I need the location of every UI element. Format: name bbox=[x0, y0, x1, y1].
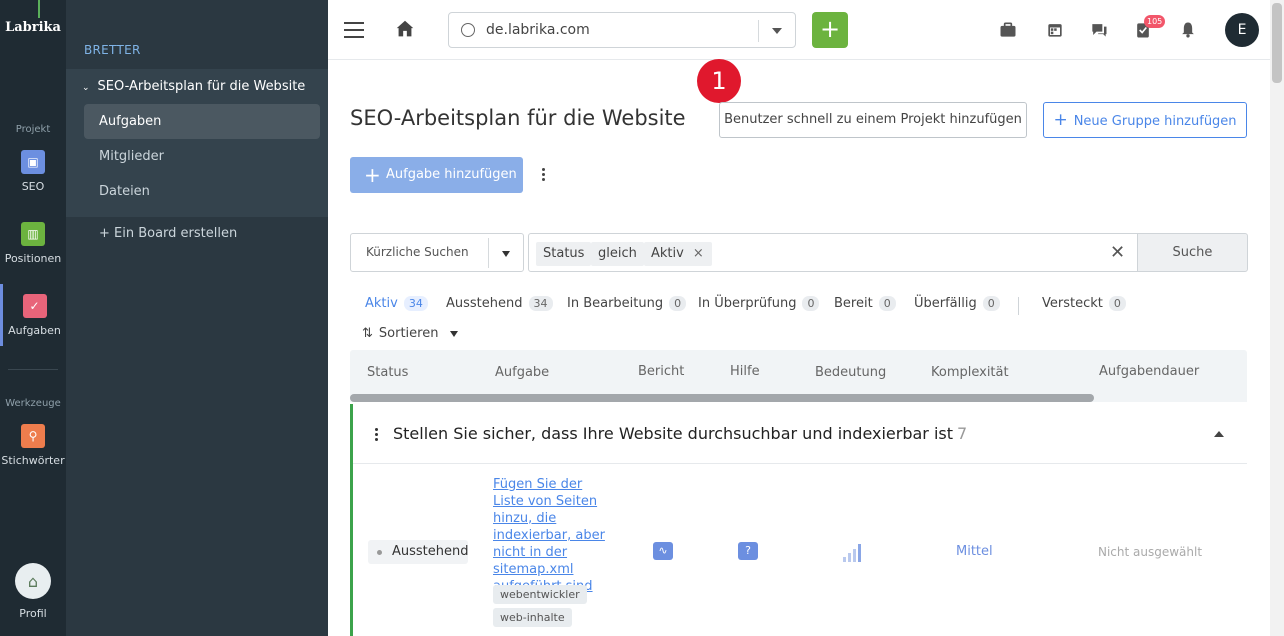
rail-item-label: Stichwörter bbox=[1, 454, 65, 467]
create-board-link[interactable]: + Ein Board erstellen bbox=[99, 226, 237, 241]
group-count: 7 bbox=[957, 424, 968, 443]
profile-label: Profil bbox=[19, 607, 47, 620]
chart-icon: ▥ bbox=[21, 222, 45, 246]
step-callout-badge: 1 bbox=[697, 59, 741, 103]
sidebar-item-aufgaben[interactable]: Aufgaben bbox=[84, 104, 320, 139]
tab-in-ueberpruefung[interactable]: In Überprüfung 0 bbox=[698, 296, 820, 311]
tab-versteckt[interactable]: Versteckt 0 bbox=[1042, 296, 1126, 311]
tab-aktiv[interactable]: Aktiv 34 bbox=[365, 296, 428, 311]
chevron-up-icon[interactable] bbox=[1214, 431, 1224, 437]
plus-icon: + bbox=[364, 163, 381, 187]
plus-icon: + bbox=[1053, 110, 1068, 130]
tab-ausstehend[interactable]: Ausstehend 34 bbox=[446, 296, 553, 311]
briefcase-icon[interactable] bbox=[998, 20, 1018, 40]
tag-badge[interactable]: webentwickler bbox=[493, 585, 587, 604]
section-label-project: Projekt bbox=[15, 124, 51, 135]
complexity-value[interactable]: Mittel bbox=[956, 544, 993, 559]
more-options-icon[interactable] bbox=[542, 168, 546, 183]
rail-item-profile[interactable]: ⌂ Profil bbox=[0, 563, 66, 620]
rail-item-stichwoerter[interactable]: ⚲ Stichwörter bbox=[0, 424, 66, 467]
column-header-aufgabe[interactable]: Aufgabe bbox=[495, 365, 549, 380]
quick-add-user-button[interactable]: Benutzer schnell zu einem Projekt hinzuf… bbox=[719, 102, 1027, 138]
add-task-button[interactable]: + Aufgabe hinzufügen bbox=[350, 157, 523, 193]
tab-ueberfaellig[interactable]: Überfällig 0 bbox=[914, 296, 1000, 311]
tab-bereit[interactable]: Bereit 0 bbox=[834, 296, 896, 311]
vertical-scrollbar[interactable] bbox=[1270, 0, 1284, 636]
tag-badge[interactable]: web-inhalte bbox=[493, 608, 572, 627]
sort-icon: ⇅ bbox=[362, 326, 373, 341]
project-title[interactable]: ⌄ SEO-Arbeitsplan für die Website bbox=[82, 79, 305, 94]
filter-chip-value[interactable]: Aktiv × bbox=[644, 242, 712, 266]
menu-icon[interactable] bbox=[344, 22, 364, 38]
rail-item-aufgaben[interactable]: ✓ Aufgaben bbox=[0, 284, 66, 346]
key-icon: ⚲ bbox=[21, 424, 45, 448]
rail-item-label: Aufgaben bbox=[8, 324, 61, 337]
chat-icon[interactable] bbox=[1089, 20, 1109, 40]
column-header-bericht[interactable]: Bericht bbox=[638, 364, 684, 379]
page-title: SEO-Arbeitsplan für die Website bbox=[350, 106, 686, 130]
home-icon[interactable] bbox=[394, 18, 416, 40]
clear-filter-icon[interactable]: ✕ bbox=[1110, 242, 1125, 263]
column-header-status[interactable]: Status bbox=[367, 365, 408, 380]
group-title: Stellen Sie sicher, dass Ihre Website du… bbox=[393, 424, 968, 443]
duration-value[interactable]: Nicht ausgewählt bbox=[1098, 545, 1202, 559]
report-icon[interactable]: ∿ bbox=[653, 542, 673, 560]
add-button[interactable]: + bbox=[812, 12, 848, 48]
chevron-down-icon[interactable] bbox=[772, 28, 782, 34]
section-label-tools: Werkzeuge bbox=[5, 398, 61, 409]
site-selector[interactable]: de.labrika.com bbox=[448, 12, 796, 48]
calendar-icon[interactable] bbox=[1045, 20, 1065, 40]
task-link[interactable]: Fügen Sie der Liste von Seiten hinzu, di… bbox=[493, 476, 613, 595]
column-header-bedeutung[interactable]: Bedeutung bbox=[815, 365, 886, 380]
tab-divider bbox=[1018, 297, 1019, 315]
horizontal-scrollbar[interactable] bbox=[350, 394, 1094, 402]
top-bar: de.labrika.com + 105 E bbox=[328, 0, 1270, 60]
filter-chip-operator[interactable]: gleich bbox=[591, 242, 644, 266]
rail-item-seo[interactable]: ▣ SEO bbox=[0, 150, 66, 193]
chevron-down-icon: ⌄ bbox=[82, 83, 90, 93]
filter-chip-field[interactable]: Status bbox=[536, 242, 592, 266]
clipboard-icon: ▣ bbox=[21, 150, 45, 174]
sidebar-item-dateien[interactable]: Dateien bbox=[84, 174, 320, 209]
bell-icon[interactable] bbox=[1178, 20, 1198, 40]
close-icon[interactable]: × bbox=[693, 242, 704, 266]
filter-input[interactable]: Status gleich Aktiv × ✕ Suche bbox=[528, 233, 1248, 272]
globe-icon bbox=[461, 23, 475, 37]
rail-divider bbox=[8, 369, 58, 370]
boards-caption: BRETTER bbox=[84, 43, 141, 57]
user-avatar[interactable]: E bbox=[1225, 13, 1259, 47]
column-header-komplexitaet[interactable]: Komplexität bbox=[931, 365, 1009, 380]
profile-avatar: ⌂ bbox=[15, 563, 51, 599]
column-header-aufgabendauer[interactable]: Aufgabendauer bbox=[1099, 364, 1199, 379]
status-badge[interactable]: Ausstehend bbox=[368, 540, 469, 564]
sort-dropdown[interactable]: ⇅ Sortieren bbox=[362, 326, 459, 341]
new-group-button[interactable]: + Neue Gruppe hinzufügen bbox=[1043, 102, 1247, 138]
chevron-down-icon[interactable] bbox=[502, 251, 510, 257]
rail-item-positionen[interactable]: ▥ Positionen bbox=[0, 222, 66, 265]
site-url: de.labrika.com bbox=[486, 22, 590, 38]
app-logo[interactable]: Labrika bbox=[0, 20, 66, 35]
icon-rail: Labrika Projekt ▣ SEO ▥ Positionen ✓ Auf… bbox=[0, 0, 66, 636]
help-icon[interactable]: ? bbox=[738, 542, 758, 560]
check-icon: ✓ bbox=[22, 294, 47, 318]
rail-item-label: SEO bbox=[21, 180, 45, 193]
recent-searches-select[interactable]: Kürzliche Suchen bbox=[350, 233, 524, 272]
group-header: Stellen Sie sicher, dass Ihre Website du… bbox=[353, 404, 1247, 464]
notification-badge: 105 bbox=[1144, 15, 1166, 28]
logo-accent bbox=[38, 0, 40, 18]
chevron-down-icon bbox=[450, 330, 459, 337]
boards-sidebar: BRETTER ⌄ SEO-Arbeitsplan für die Website… bbox=[66, 0, 328, 636]
rail-item-label: Positionen bbox=[4, 252, 62, 265]
importance-bars-icon bbox=[843, 544, 863, 562]
column-header-hilfe[interactable]: Hilfe bbox=[730, 364, 760, 379]
sidebar-item-mitglieder[interactable]: Mitglieder bbox=[84, 139, 320, 174]
tab-in-bearbeitung[interactable]: In Bearbeitung 0 bbox=[567, 296, 687, 311]
more-options-icon[interactable] bbox=[375, 428, 378, 443]
task-group: Stellen Sie sicher, dass Ihre Website du… bbox=[350, 404, 1247, 636]
search-button[interactable]: Suche bbox=[1137, 233, 1248, 272]
